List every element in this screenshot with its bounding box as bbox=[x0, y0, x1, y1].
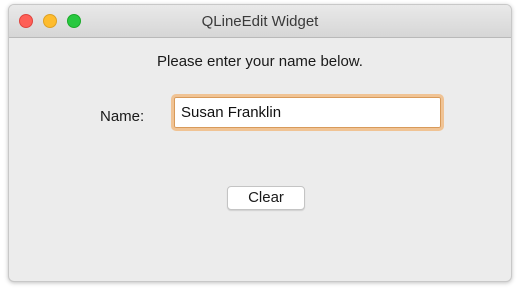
name-input[interactable] bbox=[171, 94, 444, 131]
clear-button[interactable]: Clear bbox=[227, 186, 305, 210]
title-bar[interactable]: QLineEdit Widget bbox=[9, 5, 511, 38]
window-title: QLineEdit Widget bbox=[201, 13, 319, 30]
instruction-label: Please enter your name below. bbox=[157, 53, 363, 70]
name-label: Name: bbox=[100, 108, 145, 125]
app-window: QLineEdit Widget Please enter your name … bbox=[8, 4, 512, 282]
